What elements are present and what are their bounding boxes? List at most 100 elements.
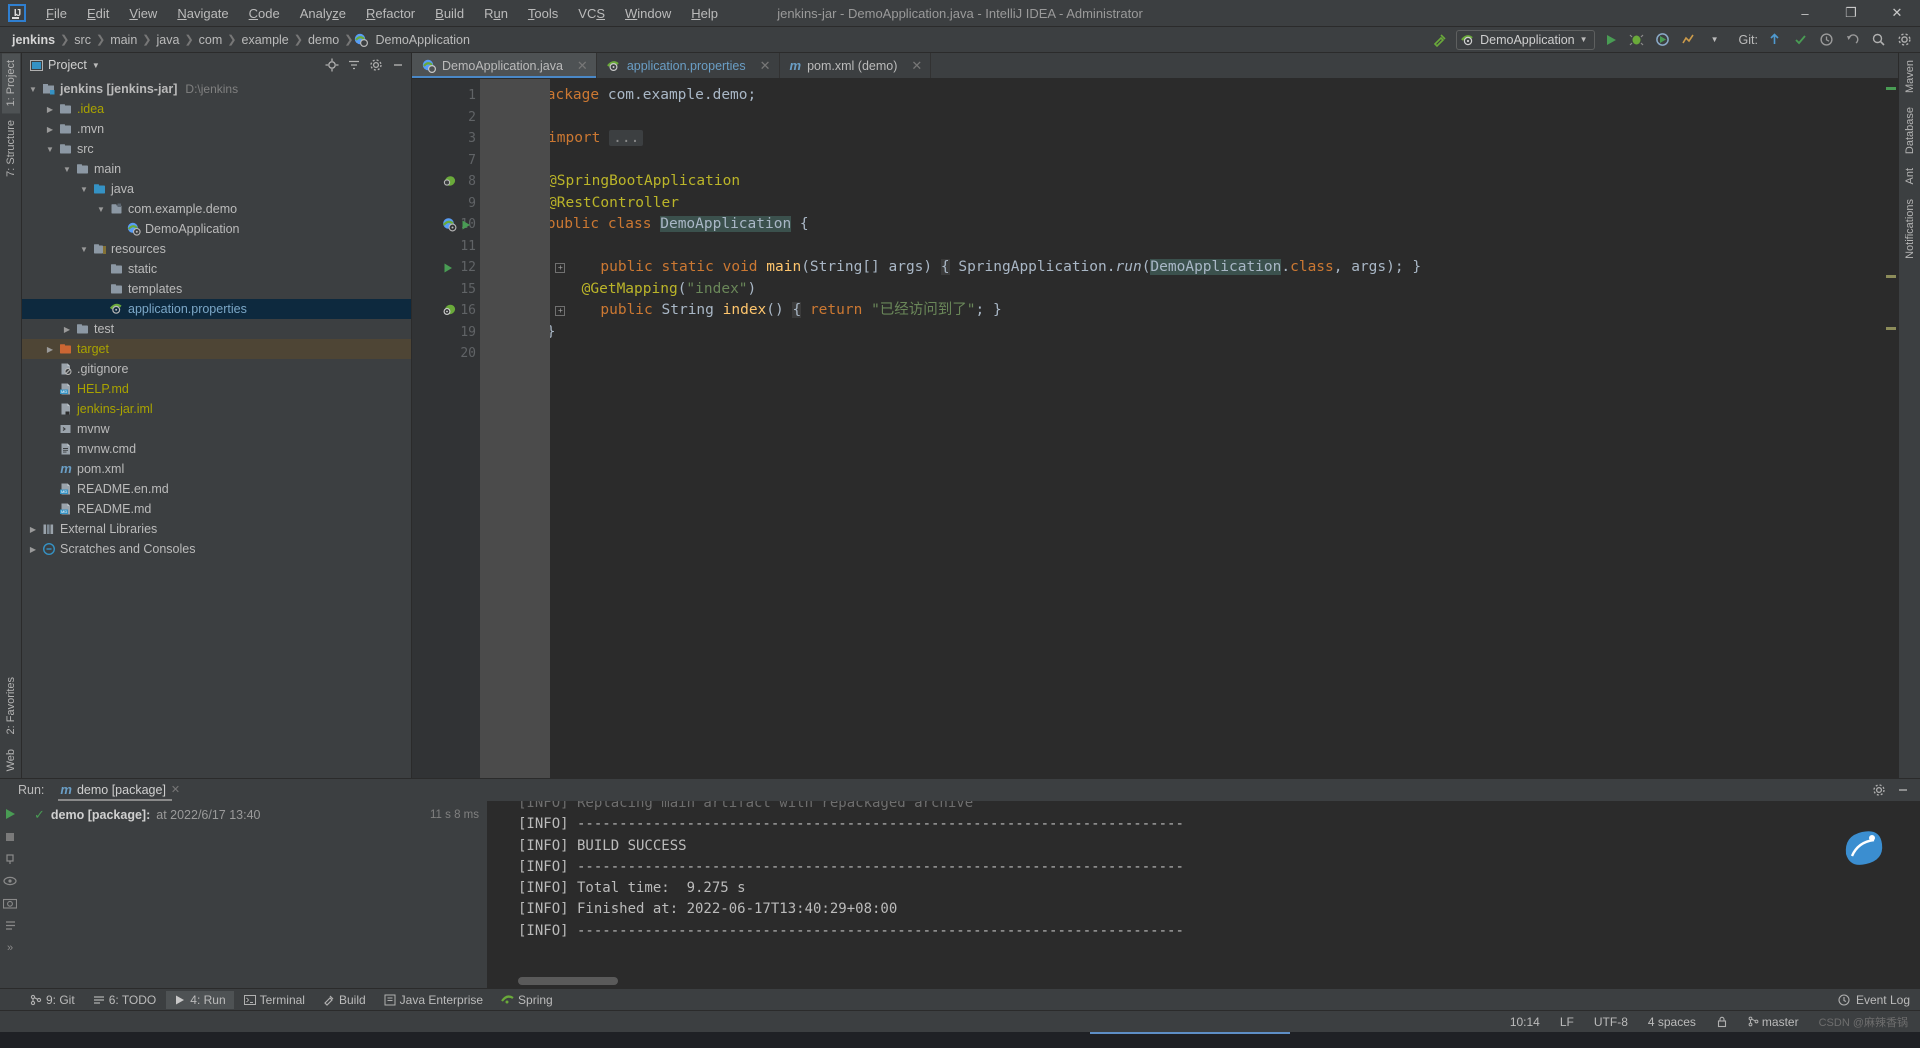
code-editor[interactable]: 12378910111215161920 package com.example… [412,79,1898,778]
run-tree-item[interactable]: ✓ demo [package]: at 2022/6/17 13:40 11 … [20,805,487,825]
build-console[interactable]: [INFO] Replacing main artifact with repa… [488,801,1920,988]
maximize-button[interactable]: ❐ [1828,0,1874,27]
locate-icon[interactable] [323,56,341,74]
tree-item-help-md[interactable]: MD HELP.md [22,379,411,399]
breadcrumb-demoapplication[interactable]: DemoApplication [371,32,474,48]
sidebar-item-structure[interactable]: 7: Structure [2,113,20,184]
menu-window[interactable]: Window [615,2,681,25]
history-icon[interactable] [1816,30,1836,50]
breadcrumb-com[interactable]: com [195,32,227,48]
tool-window-run[interactable]: 4: Run [166,990,234,1009]
editor-gutter[interactable]: 12378910111215161920 [412,79,480,778]
tree-item-scratches-and-consoles[interactable]: ▶ Scratches and Consoles [22,539,411,559]
sidebar-item-database[interactable]: Database [1901,100,1919,161]
stop-icon[interactable] [4,831,16,843]
spring-mapping-icon[interactable] [442,303,457,318]
tree-item-src[interactable]: ▼ src [22,139,411,159]
run-results-tree[interactable]: ✓ demo [package]: at 2022/6/17 13:40 11 … [20,801,488,988]
collapse-all-icon[interactable] [345,56,363,74]
tab-demoapplication-java[interactable]: DemoApplication.java ✕ [412,53,597,78]
camera-icon[interactable] [3,897,17,909]
spring-boot-icon[interactable] [442,217,457,232]
thread-dump-icon[interactable] [4,919,17,932]
settings-gear-icon[interactable] [367,56,385,74]
menu-edit[interactable]: Edit [77,2,119,25]
menu-tools[interactable]: Tools [518,2,568,25]
chevron-down-icon[interactable]: ▼ [60,165,74,174]
tree-item-resources[interactable]: ▼ resources [22,239,411,259]
tree-item-idea[interactable]: ▶ .idea [22,99,411,119]
gutter-line-12[interactable]: 12 [412,257,480,279]
menu-view[interactable]: View [119,2,167,25]
profiler-icon[interactable] [1679,30,1699,50]
event-log-label[interactable]: Event Log [1856,993,1910,1007]
code-content[interactable]: package com.example.demo; +import ... −@… [480,79,1898,778]
more-icon[interactable]: » [7,942,13,954]
tree-item-jenkins-jar-iml[interactable]: jenkins-jar.iml [22,399,411,419]
sidebar-item-ant[interactable]: Ant [1901,161,1919,192]
run-gutter-icon[interactable] [460,219,472,231]
minimize-button[interactable]: – [1782,0,1828,27]
menu-file[interactable]: FFileile [36,2,77,25]
lock-icon[interactable] [1712,1015,1732,1029]
gutter-line-10[interactable]: 10 [412,214,480,236]
chevron-down-icon[interactable]: ▼ [77,245,91,254]
chevron-right-icon[interactable]: ▶ [43,345,57,354]
debug-icon[interactable] [1627,30,1647,50]
chevron-down-icon[interactable]: ▼ [92,61,100,70]
tree-item-readme-md[interactable]: MD README.md [22,499,411,519]
build-hammer-icon[interactable] [1430,30,1450,50]
gutter-line-8[interactable]: 8 [412,171,480,193]
gutter-line-7[interactable]: 7 [412,150,480,172]
rerun-icon[interactable] [3,807,17,821]
gutter-line-11[interactable]: 11 [412,236,480,258]
menu-vcs[interactable]: VCS [568,2,615,25]
line-separator[interactable]: LF [1556,1014,1578,1030]
git-branch-icon-label[interactable]: master [1744,1014,1803,1030]
close-icon[interactable]: ✕ [911,58,922,74]
gutter-line-1[interactable]: 1 [412,85,480,107]
indent-setting[interactable]: 4 spaces [1644,1014,1700,1030]
chevron-right-icon[interactable]: ▶ [26,545,40,554]
tree-item-java[interactable]: ▼ java [22,179,411,199]
breadcrumb-java[interactable]: java [153,32,184,48]
tree-item-main[interactable]: ▼ main [22,159,411,179]
menu-refactor[interactable]: Refactor [356,2,425,25]
breadcrumb-jenkins[interactable]: jenkins [8,32,59,48]
sidebar-item-web[interactable]: Web [2,742,20,778]
breadcrumb-demo[interactable]: demo [304,32,343,48]
update-project-icon[interactable] [1764,30,1784,50]
gutter-line-19[interactable]: 19 [412,322,480,344]
run-icon[interactable] [1601,30,1621,50]
sidebar-item-favorites[interactable]: 2: Favorites [2,670,20,741]
tree-item-com-example-demo[interactable]: ▼ com.example.demo [22,199,411,219]
tree-item-mvnw[interactable]: mvnw [22,419,411,439]
gutter-line-16[interactable]: 16 [412,300,480,322]
chevron-down-icon[interactable]: ▼ [1580,35,1588,44]
chevron-right-icon[interactable]: ▶ [43,105,57,114]
menu-build[interactable]: Build [425,2,474,25]
chevron-down-icon[interactable]: ▼ [26,85,40,94]
spring-bean-icon[interactable] [442,174,457,189]
close-icon[interactable]: ✕ [760,58,771,74]
main-menu[interactable]: FFileile Edit View Navigate Code Analyze… [36,2,728,25]
tree-item-mvnw-cmd[interactable]: mvnw.cmd [22,439,411,459]
tool-window-spring[interactable]: Spring [493,991,561,1009]
menu-run[interactable]: Run [474,2,518,25]
close-icon[interactable]: ✕ [577,58,588,74]
settings-icon[interactable] [1894,30,1914,50]
run-gutter-icon[interactable] [442,262,454,274]
sidebar-item-project[interactable]: 1: Project [1,53,20,114]
breadcrumb-main[interactable]: main [106,32,141,48]
tree-item-test[interactable]: ▶ test [22,319,411,339]
project-tree[interactable]: ▼ jenkins [jenkins-jar] D:\jenkins ▶ .idea ▶.… [22,77,411,778]
menu-code[interactable]: Code [239,2,290,25]
settings-gear-icon[interactable] [1870,781,1888,799]
run-with-coverage-icon[interactable] [1653,30,1673,50]
run-tab-demo-package[interactable]: m demo [package] ✕ [54,780,186,801]
hide-icon[interactable] [1894,781,1912,799]
gutter-line-3[interactable]: 3 [412,128,480,150]
tree-item-readme-en-md[interactable]: MD README.en.md [22,479,411,499]
tree-item-external-libraries[interactable]: ▶ External Libraries [22,519,411,539]
breadcrumb-src[interactable]: src [70,32,95,48]
